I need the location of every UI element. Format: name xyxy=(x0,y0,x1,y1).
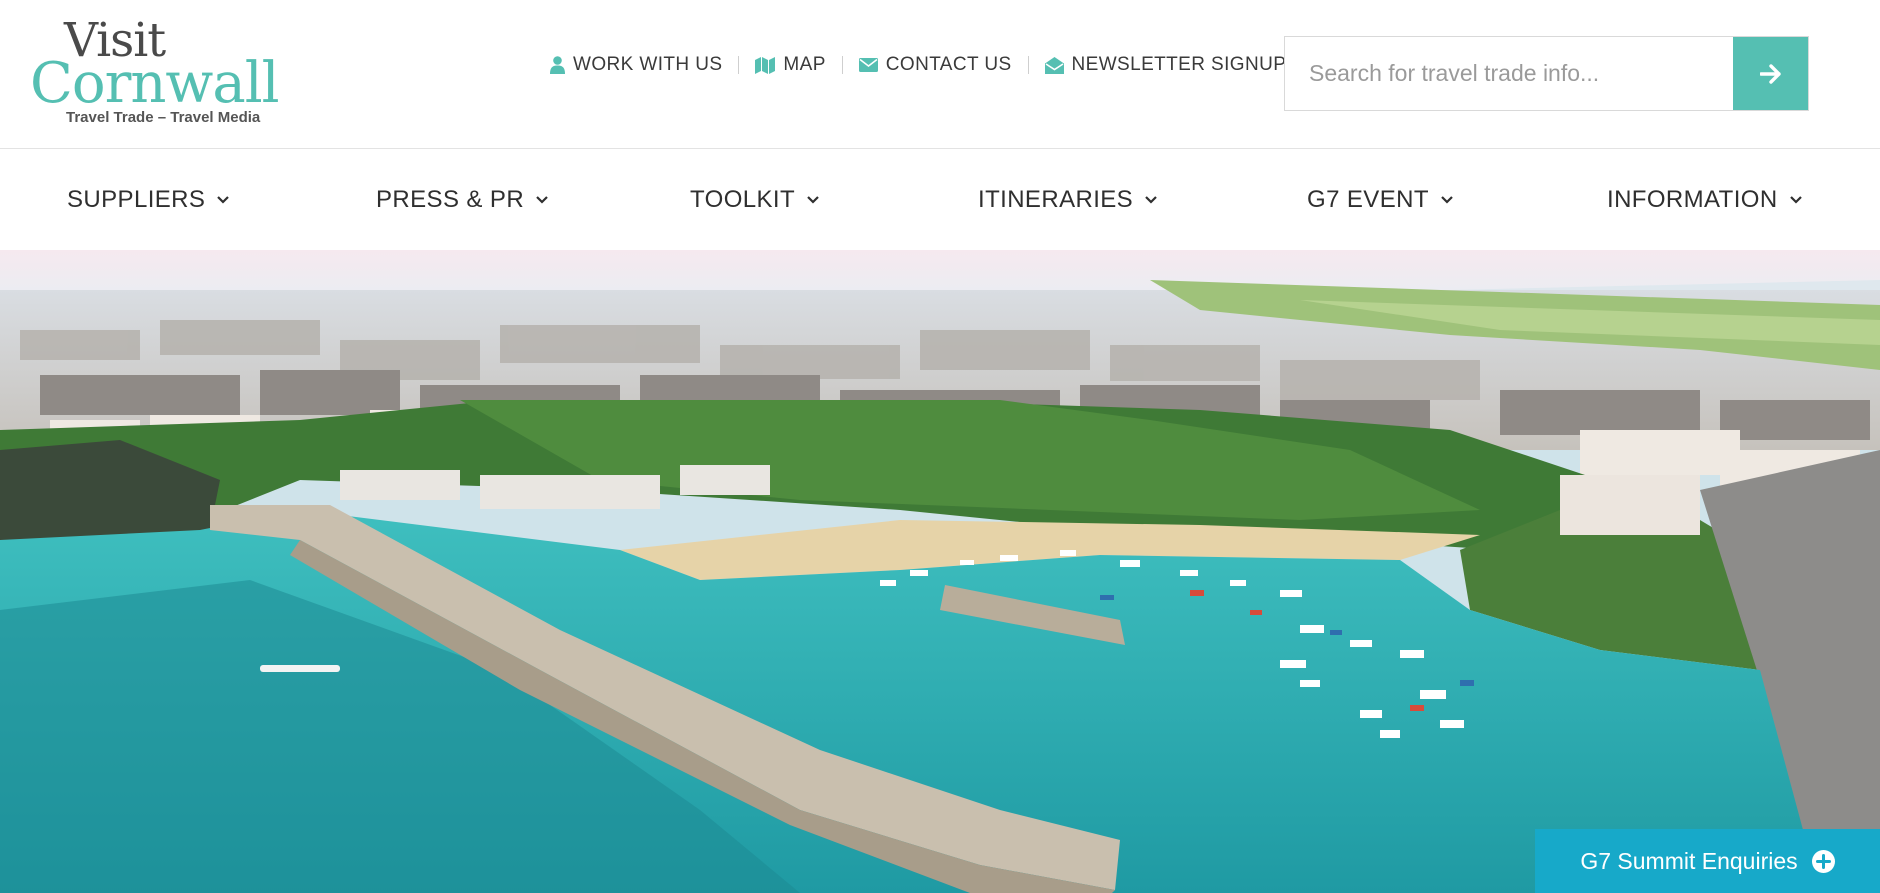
g7-summit-enquiries-button[interactable]: G7 Summit Enquiries xyxy=(1535,829,1880,893)
utility-nav: WORK WITH US MAP CONTACT US NEWSLETTER S… xyxy=(550,52,1286,78)
logo-tagline: Travel Trade – Travel Media xyxy=(66,109,261,126)
contact-us-link[interactable]: CONTACT US xyxy=(858,54,1012,76)
site-header: Visit Cornwall Travel Trade – Travel Med… xyxy=(0,0,1880,149)
nav-g7-event-label: G7 EVENT xyxy=(1307,186,1429,213)
nav-itineraries[interactable]: ITINERARIES xyxy=(978,186,1157,214)
newsletter-signup-link[interactable]: NEWSLETTER SIGNUP xyxy=(1044,54,1287,76)
nav-toolkit-label: TOOLKIT xyxy=(690,186,796,213)
chevron-down-icon xyxy=(217,196,230,204)
map-icon xyxy=(755,56,776,74)
g7-summit-enquiries-label: G7 Summit Enquiries xyxy=(1580,847,1798,874)
nav-toolkit[interactable]: TOOLKIT xyxy=(690,186,819,214)
work-with-us-link[interactable]: WORK WITH US xyxy=(550,54,722,76)
hero-image xyxy=(0,250,1880,893)
chevron-down-icon xyxy=(1441,196,1453,204)
envelope-open-icon xyxy=(1044,56,1064,74)
map-link[interactable]: MAP xyxy=(755,54,825,76)
visit-cornwall-logo[interactable]: Visit Cornwall Travel Trade – Travel Med… xyxy=(30,16,330,131)
work-with-us-label: WORK WITH US xyxy=(573,54,723,75)
nav-suppliers[interactable]: SUPPLIERS xyxy=(67,186,230,214)
utility-divider xyxy=(738,56,740,74)
nav-press-pr-label: PRESS & PR xyxy=(376,186,525,213)
chevron-down-icon xyxy=(807,196,819,204)
aerial-harbour-illustration xyxy=(0,250,1880,893)
nav-itineraries-label: ITINERARIES xyxy=(978,186,1134,213)
logo-cornwall-text: Cornwall xyxy=(30,51,280,116)
person-icon xyxy=(550,56,565,74)
chevron-down-icon xyxy=(1789,196,1802,204)
nav-information-label: INFORMATION xyxy=(1607,186,1778,213)
chevron-down-icon xyxy=(536,196,548,204)
map-label: MAP xyxy=(783,54,826,75)
newsletter-signup-label: NEWSLETTER SIGNUP xyxy=(1071,54,1287,75)
contact-us-label: CONTACT US xyxy=(885,54,1012,75)
search-submit-button[interactable] xyxy=(1733,37,1808,110)
main-nav: SUPPLIERS PRESS & PR TOOLKIT ITINERARIES… xyxy=(0,150,1880,250)
chevron-down-icon xyxy=(1145,196,1157,204)
nav-suppliers-label: SUPPLIERS xyxy=(67,186,206,213)
search-box xyxy=(1284,36,1809,111)
utility-divider xyxy=(1027,56,1029,74)
utility-divider xyxy=(841,56,843,74)
arrow-right-icon xyxy=(1759,63,1781,84)
search-input[interactable] xyxy=(1285,37,1733,110)
nav-g7-event[interactable]: G7 EVENT xyxy=(1307,186,1453,214)
envelope-icon xyxy=(858,58,878,72)
plus-circle-icon xyxy=(1811,849,1835,873)
nav-information[interactable]: INFORMATION xyxy=(1607,186,1802,214)
nav-press-pr[interactable]: PRESS & PR xyxy=(376,186,548,214)
